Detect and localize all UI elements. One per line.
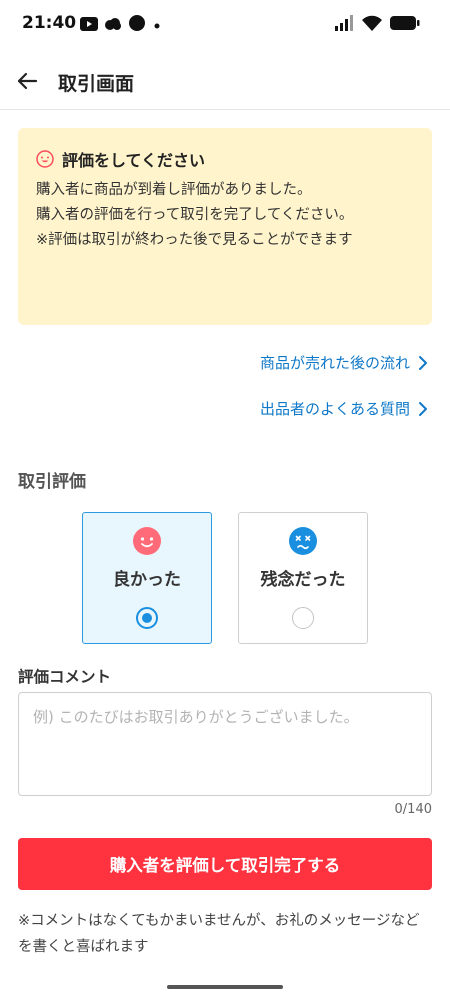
notice-title-row: 評価をしてください xyxy=(36,146,414,172)
rating-option-bad[interactable]: 残念だった xyxy=(238,512,368,644)
notice-body: 購入者に商品が到着し評価がありました。 購入者の評価を行って取引を完了してくださ… xyxy=(36,178,414,253)
home-indicator[interactable] xyxy=(167,985,283,989)
notice-title: 評価をしてください xyxy=(62,151,206,170)
arrow-left-icon xyxy=(17,72,38,90)
comment-char-count: 0/140 xyxy=(394,802,432,817)
submit-evaluation-button[interactable]: 購入者を評価して取引完了する xyxy=(18,838,432,890)
back-button[interactable] xyxy=(12,66,42,96)
app-header: 取引画面 xyxy=(0,52,450,110)
link-after-sale-flow[interactable]: 商品が売れた後の流れ xyxy=(260,352,428,373)
link-label: 商品が売れた後の流れ xyxy=(259,354,410,372)
signal-icon xyxy=(334,15,354,35)
chevron-right-icon xyxy=(419,355,427,370)
notice-line: 購入者の評価を行って取引を完了してください。 xyxy=(36,207,354,223)
circle-icon xyxy=(128,14,146,36)
page-title: 取引画面 xyxy=(58,73,135,95)
battery-icon xyxy=(390,15,420,35)
rating-heading: 取引評価 xyxy=(18,472,86,492)
sad-face-icon xyxy=(289,527,317,555)
evaluation-notice: 評価をしてください 購入者に商品が到着し評価がありました。 購入者の評価を行って… xyxy=(18,128,432,325)
notice-line: ※評価は取引が終わった後で見ることができます xyxy=(36,232,353,248)
comment-label: 評価コメント xyxy=(18,668,112,686)
chevron-right-icon xyxy=(419,401,427,416)
rating-option-label: 良かった xyxy=(113,570,181,590)
radio-unselected[interactable] xyxy=(292,607,314,629)
smile-face-icon xyxy=(36,150,54,168)
notice-line: 購入者に商品が到着し評価がありました。 xyxy=(36,182,312,198)
status-system-icons xyxy=(334,14,420,36)
link-label: 出品者のよくある質問 xyxy=(259,400,410,418)
link-seller-faq[interactable]: 出品者のよくある質問 xyxy=(260,398,428,419)
rating-option-label: 残念だった xyxy=(260,570,346,590)
comment-footnote: ※コメントはなくてもかまいませんが、お礼のメッセージなどを書くと喜ばれます xyxy=(18,913,420,955)
status-notification-icons xyxy=(80,15,162,35)
comment-input[interactable] xyxy=(18,692,432,796)
wifi-icon xyxy=(362,15,382,35)
radio-selected[interactable] xyxy=(136,607,158,629)
status-time: 21:40 xyxy=(22,13,77,33)
status-bar: 21:40 xyxy=(0,0,450,50)
youtube-icon xyxy=(80,16,98,35)
happy-face-icon xyxy=(133,527,161,555)
rating-option-good[interactable]: 良かった xyxy=(82,512,212,644)
cloud-icon xyxy=(104,16,122,35)
dot-icon xyxy=(152,16,162,35)
